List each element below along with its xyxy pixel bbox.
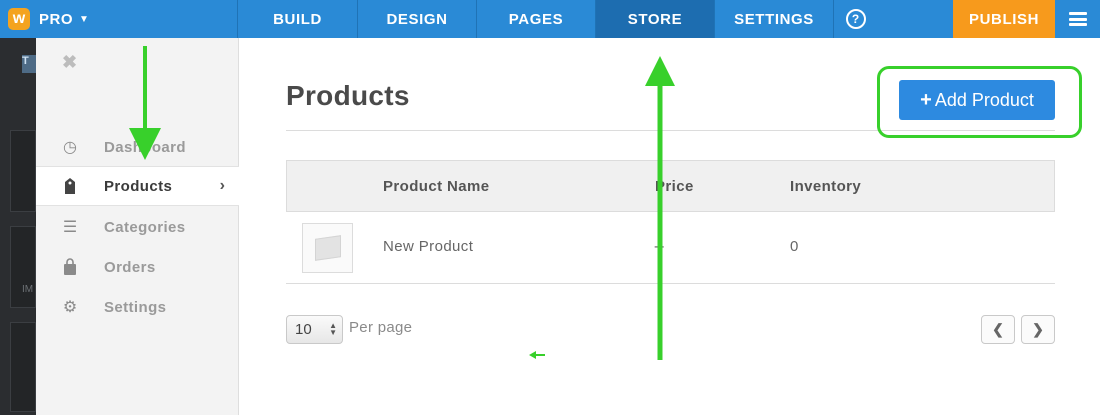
product-name-cell[interactable]: New Product [383,238,473,255]
shopping-bag-icon [36,258,104,276]
sidebar-item-label: Dashboard [104,138,186,156]
column-header-inventory[interactable]: Inventory [790,178,861,195]
sidebar-item-label: Settings [104,298,167,316]
tab-build[interactable]: BUILD [238,0,358,38]
per-page-select[interactable]: 10 ▲ ▼ [286,315,343,344]
tag-icon [36,177,104,195]
editor-block [10,226,36,308]
products-table-header: Product Name Price Inventory [286,160,1055,212]
help-button[interactable]: ? [834,0,877,38]
sidebar-item-label: Orders [104,258,156,276]
sidebar-item-products[interactable]: Products › [36,166,239,206]
sidebar-item-label: Categories [104,218,186,236]
previous-page-button[interactable]: ❮ [981,315,1015,344]
next-page-button[interactable]: ❯ [1021,315,1055,344]
publish-button[interactable]: PUBLISH [953,0,1055,38]
tab-pages[interactable]: PAGES [477,0,596,38]
per-page-label: Per page [349,319,413,336]
column-header-product-name[interactable]: Product Name [383,178,490,195]
plan-label: PRO [39,10,74,28]
chevron-right-icon: › [219,177,225,194]
product-inventory-cell: 0 [790,238,799,255]
dashboard-gauge-icon: ◷ [63,139,77,156]
tab-store[interactable]: STORE [596,0,715,38]
sidebar-item-dashboard[interactable]: ◷ Dashboard [36,127,239,167]
plan-switcher[interactable]: w PRO ▼ [0,0,238,38]
store-sidebar: ✖ ◷ Dashboard Products › ☰ Categories Or… [36,38,239,415]
help-icon: ? [845,9,866,29]
column-header-price[interactable]: Price [655,178,694,195]
chevron-right-icon: ❯ [1032,321,1044,337]
sidebar-item-label: Products [104,177,173,195]
editor-background: T IM [0,38,36,415]
select-arrows-icon: ▲ ▼ [329,321,337,337]
text-element-icon: T [22,55,36,73]
per-page-value: 10 [295,321,312,338]
sidebar-item-orders[interactable]: Orders [36,247,239,287]
sidebar-item-settings[interactable]: ⚙ Settings [36,287,239,327]
annotation-arrow-up-head [645,56,675,86]
sidebar-item-categories[interactable]: ☰ Categories [36,207,239,247]
product-placeholder-icon [314,235,341,261]
table-row[interactable]: New Product -- 0 [286,212,1055,284]
gear-icon: ⚙ [62,299,78,316]
chevron-left-icon: ❮ [992,321,1004,337]
tab-design[interactable]: DESIGN [358,0,477,38]
hamburger-icon [1068,12,1087,26]
tab-settings[interactable]: SETTINGS [715,0,834,38]
page-title: Products [286,80,410,111]
editor-block [10,322,36,412]
weebly-logo-icon: w [8,8,30,30]
editor-block [10,130,36,212]
product-thumbnail [302,223,353,273]
annotation-highlight-box [877,66,1082,138]
hamburger-menu-button[interactable] [1055,0,1100,38]
top-navigation-bar: w PRO ▼ BUILD DESIGN PAGES STORE SETTING… [0,0,1100,38]
image-element-label: IM [22,284,34,295]
chevron-down-icon: ▼ [79,13,89,25]
list-icon: ☰ [62,219,78,236]
product-price-cell: -- [654,238,665,255]
close-icon[interactable]: ✖ [62,52,77,73]
annotation-arrow-small-head [529,351,536,359]
